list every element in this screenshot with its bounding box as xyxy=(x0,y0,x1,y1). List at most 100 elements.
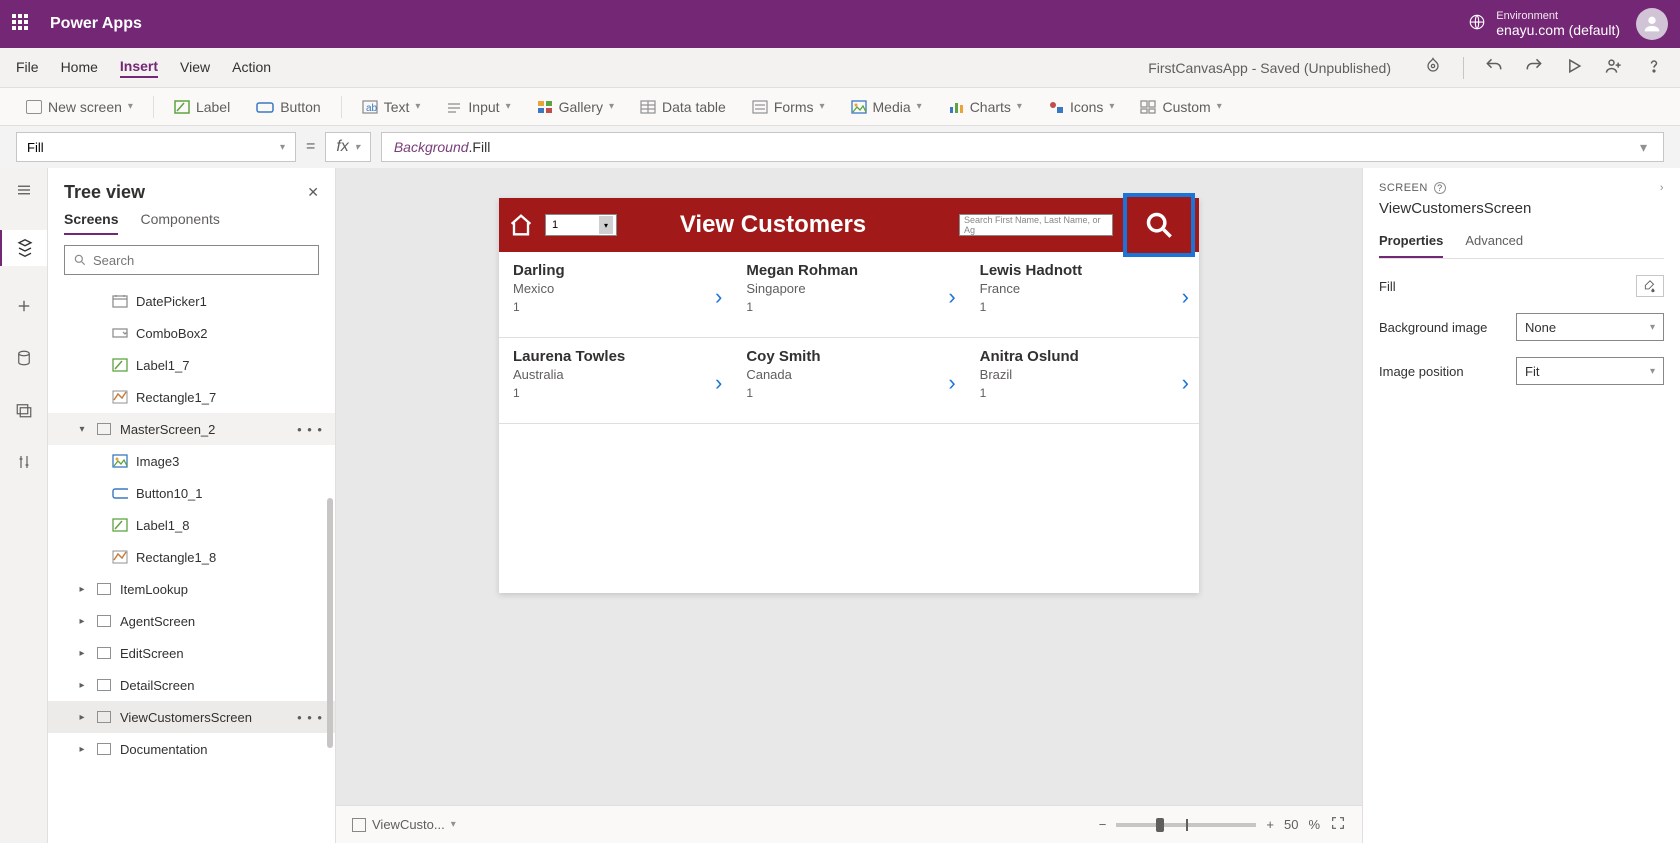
caret-icon[interactable]: ▾ xyxy=(76,424,88,435)
rail-data-icon[interactable] xyxy=(12,346,36,370)
ribbon-icons[interactable]: Icons▾ xyxy=(1038,95,1125,119)
property-selector[interactable]: Fill▾ xyxy=(16,132,296,162)
tree-item-editscreen[interactable]: ▸ EditScreen xyxy=(48,637,335,669)
tree-scrollbar[interactable] xyxy=(327,498,333,748)
ribbon-text[interactable]: abText▾ xyxy=(352,95,431,119)
user-avatar[interactable] xyxy=(1636,8,1668,40)
ribbon-forms[interactable]: Forms▾ xyxy=(742,95,835,119)
rail-media-icon[interactable] xyxy=(12,398,36,422)
screen-breadcrumb[interactable]: ViewCusto... ▾ xyxy=(352,817,456,832)
caret-icon[interactable]: ▸ xyxy=(76,584,88,595)
new-screen-button[interactable]: New screen▾ xyxy=(16,95,143,119)
ribbon-button[interactable]: Button xyxy=(246,95,330,119)
formula-input[interactable]: Background.Fill ▾ xyxy=(381,132,1664,162)
app-launcher-icon[interactable] xyxy=(12,14,32,34)
tree-item-viewcustomersscreen[interactable]: ▸ViewCustomersScreen• • • xyxy=(48,701,335,733)
ribbon-label[interactable]: Label xyxy=(164,95,240,119)
customer-number: 1 xyxy=(980,300,1185,314)
more-icon[interactable]: • • • xyxy=(297,422,323,437)
tree-item-rectangle1-7[interactable]: Rectangle1_7 xyxy=(48,381,335,413)
tree-search-input[interactable] xyxy=(93,253,310,268)
customer-card[interactable]: DarlingMexico1› xyxy=(499,252,732,338)
chevron-right-icon[interactable]: › xyxy=(1182,284,1189,310)
zoom-out-icon[interactable]: − xyxy=(1099,817,1107,832)
tree-item-detailscreen[interactable]: ▸DetailScreen xyxy=(48,669,335,701)
rail-tools-icon[interactable] xyxy=(12,450,36,474)
ribbon-custom[interactable]: Custom▾ xyxy=(1130,95,1231,119)
app-screen-preview[interactable]: 1▾ View Customers Search First Name, Las… xyxy=(499,198,1199,593)
ribbon-charts[interactable]: Charts▾ xyxy=(938,95,1032,119)
tab-advanced[interactable]: Advanced xyxy=(1465,233,1523,258)
caret-icon[interactable]: ▸ xyxy=(76,744,88,755)
zoom-in-icon[interactable]: + xyxy=(1266,817,1274,832)
tree-item-combobox2[interactable]: ComboBox2 xyxy=(48,317,335,349)
customer-card[interactable]: Megan RohmanSingapore1› xyxy=(732,252,965,338)
more-icon[interactable]: • • • xyxy=(297,710,323,725)
ribbon-data-table[interactable]: Data table xyxy=(630,95,736,119)
tree-item-button10-1[interactable]: Button10_1 xyxy=(48,477,335,509)
customer-card[interactable]: Lewis HadnottFrance1› xyxy=(966,252,1199,338)
tree-close-icon[interactable]: ✕ xyxy=(307,184,319,201)
fit-screen-icon[interactable] xyxy=(1330,815,1346,834)
menu-file[interactable]: File xyxy=(16,59,39,77)
tab-screens[interactable]: Screens xyxy=(64,211,118,235)
ribbon-input[interactable]: Input▾ xyxy=(436,95,520,119)
share-icon[interactable] xyxy=(1604,56,1624,79)
caret-icon[interactable]: ▸ xyxy=(76,648,88,659)
tree-item-documentation[interactable]: ▸Documentation xyxy=(48,733,335,765)
rail-hamburger-icon[interactable] xyxy=(12,178,36,202)
chevron-right-icon[interactable]: › xyxy=(715,284,722,310)
search-button-selected[interactable] xyxy=(1123,193,1195,257)
env-name: enayu.com (default) xyxy=(1496,22,1620,38)
fill-color-swatch[interactable] xyxy=(1636,275,1664,297)
fx-button[interactable]: fx▾ xyxy=(325,132,370,162)
caret-icon[interactable]: ▸ xyxy=(76,712,88,723)
app-checker-icon[interactable] xyxy=(1423,56,1443,79)
props-expand-icon[interactable]: › xyxy=(1660,182,1664,194)
tab-components[interactable]: Components xyxy=(140,211,219,235)
chevron-right-icon[interactable]: › xyxy=(1182,370,1189,396)
menu-action[interactable]: Action xyxy=(232,59,271,77)
chevron-right-icon[interactable]: › xyxy=(948,370,955,396)
rail-add-icon[interactable] xyxy=(12,294,36,318)
ribbon-media[interactable]: Media▾ xyxy=(841,95,932,119)
help-icon[interactable] xyxy=(1644,56,1664,79)
tree-search[interactable] xyxy=(64,245,319,275)
caret-icon[interactable]: ▸ xyxy=(76,616,88,627)
tree-item-label: EditScreen xyxy=(120,646,184,661)
formula-expand-icon[interactable]: ▾ xyxy=(1640,139,1651,156)
customer-search-input[interactable]: Search First Name, Last Name, or Ag xyxy=(959,214,1113,236)
redo-icon[interactable] xyxy=(1524,56,1544,79)
img-position-dropdown[interactable]: Fit▾ xyxy=(1516,357,1664,385)
home-icon[interactable] xyxy=(507,211,535,239)
tree-item-rectangle1-8[interactable]: Rectangle1_8 xyxy=(48,541,335,573)
chevron-right-icon[interactable]: › xyxy=(948,284,955,310)
zoom-slider[interactable] xyxy=(1116,823,1256,827)
customer-name: Anitra Oslund xyxy=(980,348,1185,365)
tree-title: Tree view xyxy=(64,182,145,203)
play-icon[interactable] xyxy=(1564,56,1584,79)
chevron-right-icon[interactable]: › xyxy=(715,370,722,396)
caret-icon[interactable]: ▸ xyxy=(76,680,88,691)
tree-item-label1-8[interactable]: Label1_8 xyxy=(48,509,335,541)
tree-item-agentscreen[interactable]: ▸AgentScreen xyxy=(48,605,335,637)
ribbon-gallery[interactable]: Gallery▾ xyxy=(527,95,624,119)
menu-home[interactable]: Home xyxy=(61,59,98,77)
tree-item-label1-7[interactable]: Label1_7 xyxy=(48,349,335,381)
undo-icon[interactable] xyxy=(1484,56,1504,79)
customer-card[interactable]: Anitra OslundBrazil1› xyxy=(966,338,1199,424)
rail-tree-view-icon[interactable] xyxy=(0,230,47,266)
customer-card[interactable]: Laurena TowlesAustralia1› xyxy=(499,338,732,424)
customer-card[interactable]: Coy SmithCanada1› xyxy=(732,338,965,424)
environment-selector[interactable]: Environment enayu.com (default) xyxy=(1468,10,1620,38)
tree-item-image3[interactable]: Image3 xyxy=(48,445,335,477)
bg-image-dropdown[interactable]: None▾ xyxy=(1516,313,1664,341)
combo-icon xyxy=(112,326,128,340)
tree-item-datepicker1[interactable]: DatePicker1 xyxy=(48,285,335,317)
help-circle-icon[interactable]: ? xyxy=(1434,182,1446,194)
tree-item-itemlookup[interactable]: ▸ItemLookup xyxy=(48,573,335,605)
menu-insert[interactable]: Insert xyxy=(120,58,158,78)
tab-properties[interactable]: Properties xyxy=(1379,233,1443,258)
menu-view[interactable]: View xyxy=(180,59,210,77)
tree-item-masterscreen-2[interactable]: ▾MasterScreen_2• • • xyxy=(48,413,335,445)
